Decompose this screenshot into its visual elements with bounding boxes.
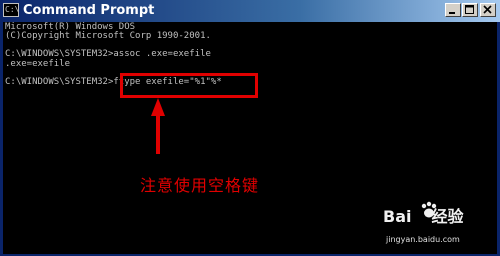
console-icon[interactable]: C:\: [3, 3, 19, 17]
console-line: .exe=exefile: [5, 59, 71, 69]
up-arrow-icon: [151, 98, 165, 154]
window-title: Command Prompt: [23, 3, 155, 18]
console-icon-glyph: C:\: [5, 5, 20, 14]
minimize-button[interactable]: [445, 3, 461, 17]
close-button[interactable]: [480, 3, 496, 17]
annotation-text: 注意使用空格键: [140, 176, 260, 195]
watermark-logo-left: Bai: [383, 207, 412, 226]
maximize-icon: [465, 5, 474, 14]
maximize-button[interactable]: [462, 3, 478, 17]
close-icon: [483, 5, 492, 14]
minimize-icon: [449, 12, 455, 14]
console-line: (C)Copyright Microsoft Corp 1990-2001.: [5, 31, 211, 41]
paw-icon: [421, 201, 437, 218]
watermark-url: jingyan.baidu.com: [386, 235, 460, 244]
title-bar[interactable]: C:\ Command Prompt: [0, 0, 500, 22]
highlight-box: [120, 73, 258, 98]
